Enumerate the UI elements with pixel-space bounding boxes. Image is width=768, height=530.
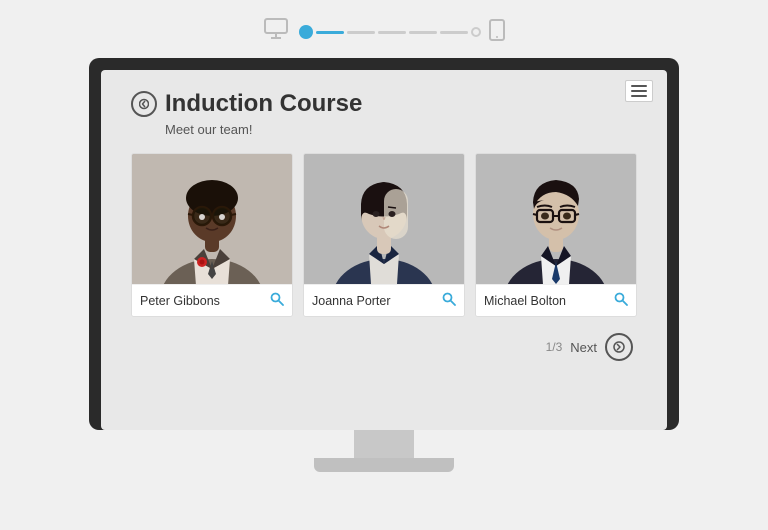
course-title: Induction Course: [165, 90, 362, 118]
avatar-michael: [476, 154, 636, 284]
mobile-icon: [489, 19, 505, 46]
progress-dot-end: [471, 27, 481, 37]
monitor-frame: Induction Course Meet our team!: [89, 58, 679, 472]
card-name-michael: Michael Bolton: [484, 294, 566, 308]
progress-seg-1: [316, 31, 344, 34]
menu-line-3: [631, 95, 647, 97]
avatar-peter: [132, 154, 292, 284]
monitor-bezel: Induction Course Meet our team!: [89, 58, 679, 430]
progress-seg-4: [409, 31, 437, 34]
team-card-peter[interactable]: Peter Gibbons: [131, 153, 293, 317]
search-button-michael[interactable]: [614, 292, 628, 309]
hamburger-menu[interactable]: [625, 80, 653, 102]
progress-dot-active: [299, 25, 313, 39]
search-button-joanna[interactable]: [442, 292, 456, 309]
progress-seg-2: [347, 31, 375, 34]
progress-seg-3: [378, 31, 406, 34]
title-row: Induction Course: [131, 90, 637, 118]
team-card-michael[interactable]: Michael Bolton: [475, 153, 637, 317]
card-label-michael: Michael Bolton: [476, 284, 636, 316]
next-button[interactable]: [605, 333, 633, 361]
team-card-joanna[interactable]: Joanna Porter: [303, 153, 465, 317]
progress-track: [299, 25, 481, 39]
next-label: Next: [570, 340, 597, 355]
card-label-joanna: Joanna Porter: [304, 284, 464, 316]
desktop-icon: [263, 18, 291, 46]
team-cards-container: Peter Gibbons: [131, 153, 637, 317]
monitor-base: [314, 458, 454, 472]
search-button-peter[interactable]: [270, 292, 284, 309]
course-subtitle: Meet our team!: [165, 122, 637, 137]
page-counter: 1/3: [546, 340, 563, 354]
monitor-screen: Induction Course Meet our team!: [101, 70, 667, 430]
card-name-peter: Peter Gibbons: [140, 294, 220, 308]
navigation-bottom: 1/3 Next: [131, 333, 637, 361]
avatar-joanna: [304, 154, 464, 284]
monitor-neck: [354, 430, 414, 458]
card-name-joanna: Joanna Porter: [312, 294, 391, 308]
screen-content: Induction Course Meet our team!: [101, 70, 667, 381]
back-button[interactable]: [131, 91, 157, 117]
card-label-peter: Peter Gibbons: [132, 284, 292, 316]
menu-line-2: [631, 90, 647, 92]
progress-bar-area: [0, 0, 768, 58]
progress-seg-5: [440, 31, 468, 34]
monitor-stand: [314, 430, 454, 472]
menu-line-1: [631, 85, 647, 87]
